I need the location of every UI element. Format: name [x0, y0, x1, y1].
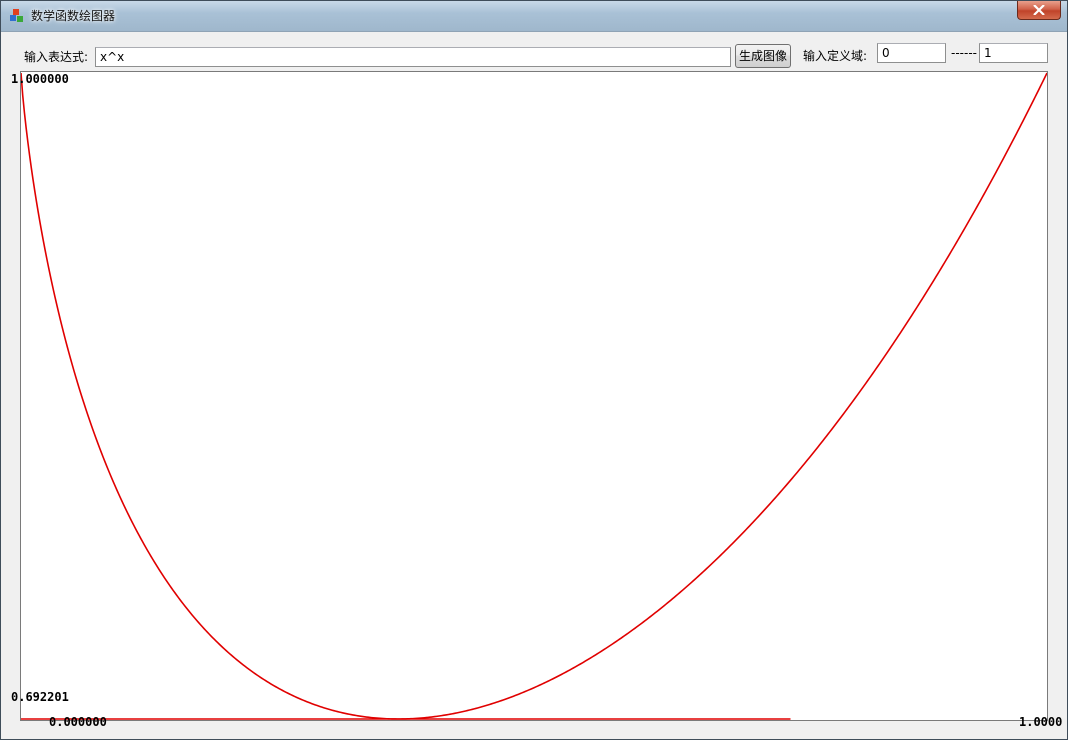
title-bar[interactable]: 数学函数绘图器	[1, 1, 1067, 32]
plot-area	[20, 71, 1048, 721]
domain-end-input[interactable]: 1	[979, 43, 1048, 63]
window-title: 数学函数绘图器	[31, 9, 116, 23]
expression-label: 输入表达式:	[24, 50, 89, 64]
expression-input[interactable]: x^x	[95, 47, 731, 67]
x-min-label: 0.000000	[49, 715, 107, 729]
y-max-label: 1.000000	[11, 72, 69, 86]
domain-separator: ------	[951, 46, 977, 60]
plot-svg	[21, 72, 1047, 720]
app-icon	[10, 9, 23, 22]
generate-image-button[interactable]: 生成图像	[735, 44, 791, 68]
x-max-label: 1.0000	[1019, 715, 1063, 729]
close-button[interactable]	[1017, 1, 1061, 20]
domain-label: 输入定义域:	[803, 49, 868, 63]
domain-start-input[interactable]: 0	[877, 43, 946, 63]
y-min-label: 0.692201	[11, 690, 69, 704]
app-window: 数学函数绘图器 输入表达式: x^x 生成图像 输入定义域: 0 ------ …	[0, 0, 1068, 740]
close-icon	[1033, 5, 1045, 15]
function-curve	[21, 72, 1047, 720]
